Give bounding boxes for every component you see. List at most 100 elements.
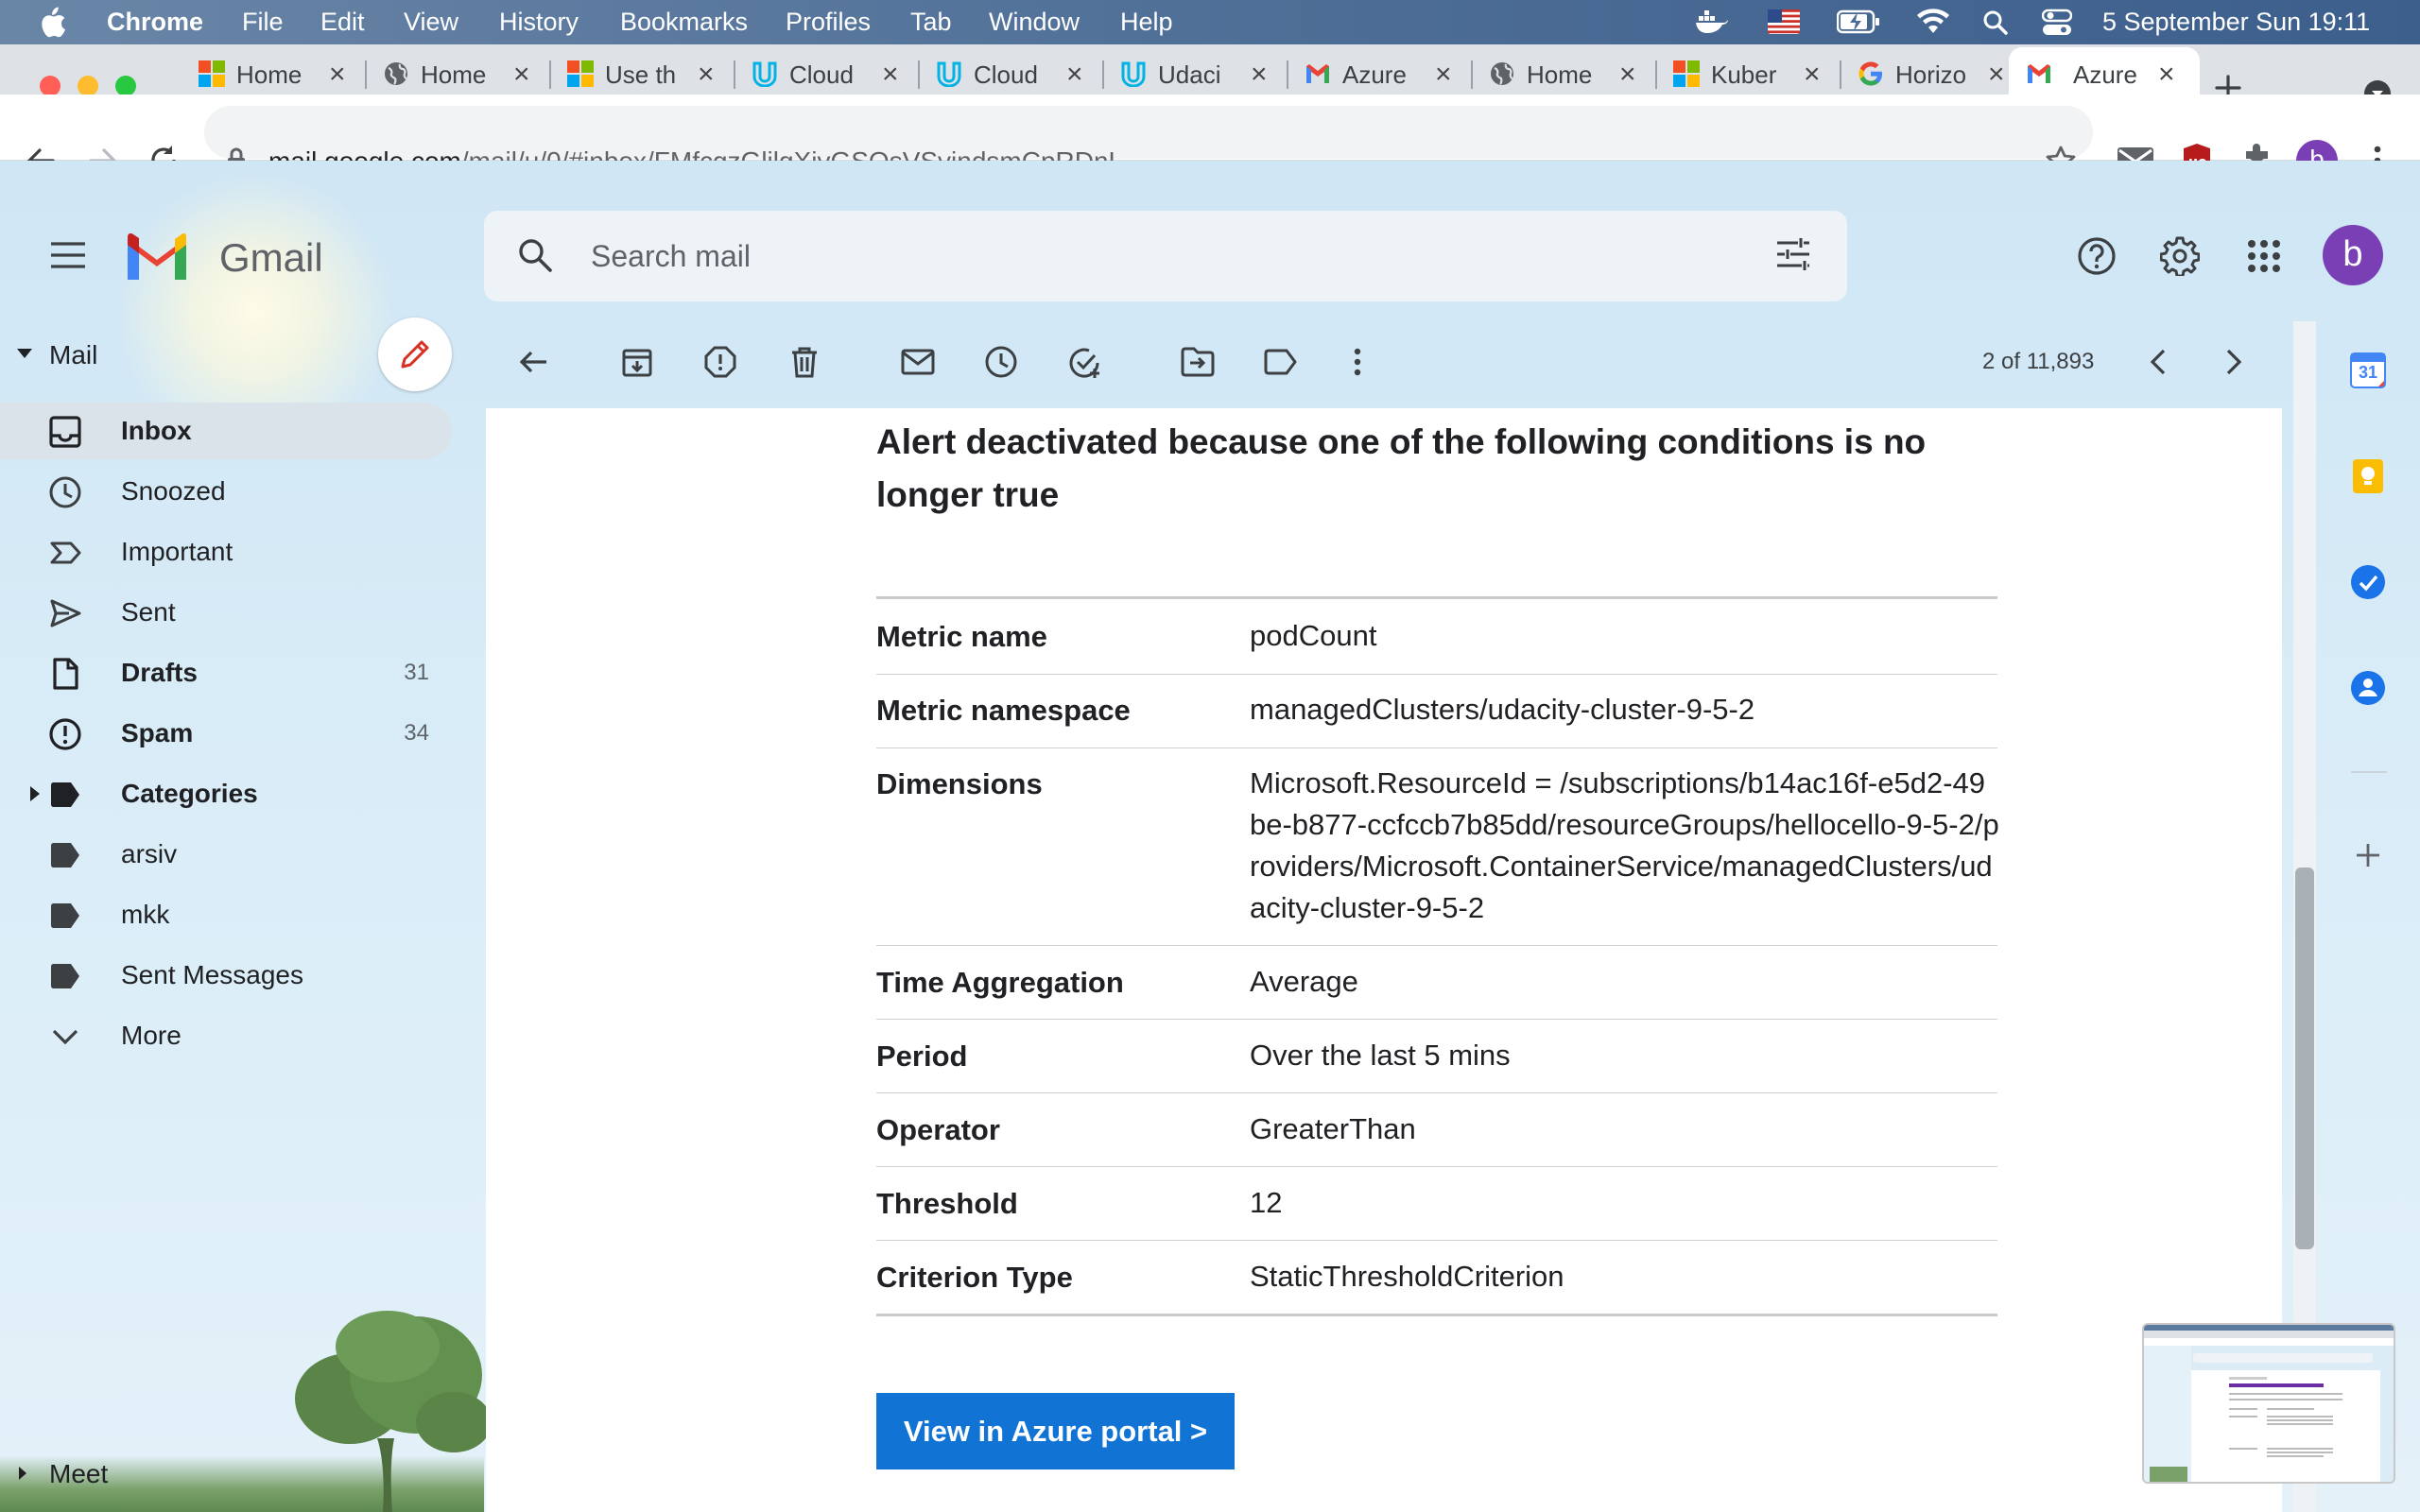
browser-tab-active[interactable]: Azure × xyxy=(2009,47,2200,94)
sidebar-item-label: Inbox xyxy=(121,416,192,445)
sidebar-item-label: Important xyxy=(121,537,233,566)
sidebar-item-sent-messages[interactable]: Sent Messages xyxy=(0,947,452,1004)
help-icon[interactable] xyxy=(2077,236,2117,276)
tab-close-icon[interactable]: × xyxy=(2158,59,2175,91)
menu-window[interactable]: Window xyxy=(989,8,1080,37)
menu-profiles[interactable]: Profiles xyxy=(786,8,871,37)
browser-tab[interactable]: Azure × xyxy=(1291,53,1473,94)
sidebar-item-arsiv[interactable]: arsiv xyxy=(0,826,452,883)
mail-section-label[interactable]: Mail xyxy=(49,340,97,370)
tab-divider xyxy=(1655,60,1657,89)
menu-edit[interactable]: Edit xyxy=(320,8,365,37)
window-close-button[interactable] xyxy=(40,76,60,96)
tab-divider xyxy=(918,60,920,89)
browser-tab[interactable]: Use th × xyxy=(554,53,735,94)
back-to-inbox-icon[interactable] xyxy=(517,346,549,378)
sidebar-item-important[interactable]: Important xyxy=(0,524,452,580)
window-zoom-button[interactable] xyxy=(115,76,136,96)
tab-divider xyxy=(734,60,735,89)
browser-tab[interactable]: Udaci × xyxy=(1107,53,1288,94)
tab-close-icon[interactable]: × xyxy=(1804,59,1821,91)
search-icon[interactable] xyxy=(516,236,554,274)
search-input[interactable]: Search mail xyxy=(591,239,751,274)
view-in-azure-portal-button[interactable]: View in Azure portal > xyxy=(876,1393,1235,1469)
more-options-icon[interactable] xyxy=(1346,346,1369,378)
sidebar-item-snoozed[interactable]: Snoozed xyxy=(0,463,452,520)
menu-tab[interactable]: Tab xyxy=(910,8,952,37)
sidebar-item-mkk[interactable]: mkk xyxy=(0,886,452,943)
docker-icon[interactable] xyxy=(1695,9,1729,35)
snooze-icon[interactable] xyxy=(985,346,1017,378)
battery-icon[interactable] xyxy=(1837,9,1880,34)
move-to-icon[interactable] xyxy=(1181,346,1215,378)
delete-icon[interactable] xyxy=(788,346,821,378)
tab-close-icon[interactable]: × xyxy=(1619,59,1636,91)
browser-tab[interactable]: Home × xyxy=(185,53,367,94)
wifi-icon[interactable] xyxy=(1916,9,1950,35)
report-spam-icon[interactable] xyxy=(704,346,736,378)
apple-icon[interactable] xyxy=(38,7,66,39)
settings-gear-icon[interactable] xyxy=(2160,236,2200,276)
search-options-icon[interactable] xyxy=(1775,237,1811,271)
browser-tab[interactable]: Kuber × xyxy=(1660,53,1841,94)
collapse-caret-icon[interactable] xyxy=(15,346,34,361)
newer-chevron-icon[interactable] xyxy=(2146,346,2170,378)
us-flag-icon[interactable] xyxy=(1768,9,1800,34)
expand-caret-icon[interactable] xyxy=(17,1465,28,1482)
browser-tab[interactable]: Home × xyxy=(1476,53,1657,94)
window-minimize-button[interactable] xyxy=(78,76,98,96)
gmail-brand-text: Gmail xyxy=(219,235,323,280)
contacts-icon[interactable] xyxy=(2349,669,2387,707)
tab-close-icon[interactable]: × xyxy=(1066,59,1083,91)
menu-bookmarks[interactable]: Bookmarks xyxy=(620,8,748,37)
sidebar-item-categories[interactable]: Categories xyxy=(0,765,452,822)
control-center-icon[interactable] xyxy=(2042,9,2072,37)
browser-tab[interactable]: Cloud × xyxy=(923,53,1104,94)
tab-close-icon[interactable]: × xyxy=(698,59,715,91)
meet-section-label[interactable]: Meet xyxy=(49,1459,108,1489)
main-menu-icon[interactable] xyxy=(49,241,87,269)
tab-close-icon[interactable]: × xyxy=(1435,59,1452,91)
tab-title: Cloud xyxy=(789,60,854,89)
scrollbar-thumb[interactable] xyxy=(2295,868,2314,1249)
menu-history[interactable]: History xyxy=(499,8,579,37)
tab-close-icon[interactable]: × xyxy=(1988,59,2005,91)
gmail-logo-icon[interactable] xyxy=(123,231,191,284)
get-addons-icon[interactable] xyxy=(2354,841,2382,869)
expand-caret-icon[interactable] xyxy=(28,784,42,803)
tasks-icon[interactable] xyxy=(2349,563,2387,601)
compose-button[interactable] xyxy=(378,318,452,391)
sidebar-item-drafts[interactable]: Drafts 31 xyxy=(0,644,452,701)
tab-close-icon[interactable]: × xyxy=(513,59,530,91)
tab-divider xyxy=(1102,60,1104,89)
sidebar-item-sent[interactable]: Sent xyxy=(0,584,452,641)
apps-grid-icon[interactable] xyxy=(2247,239,2281,273)
older-chevron-icon[interactable] xyxy=(2221,346,2246,378)
label-as-icon[interactable] xyxy=(1264,346,1298,378)
tab-divider xyxy=(1471,60,1473,89)
keep-icon[interactable] xyxy=(2349,457,2387,495)
sidebar-item-inbox[interactable]: Inbox xyxy=(0,403,452,459)
menu-help[interactable]: Help xyxy=(1120,8,1173,37)
menubar-datetime[interactable]: 5 September Sun 19:11 xyxy=(2102,8,2370,37)
add-task-icon[interactable] xyxy=(1068,346,1102,380)
tab-close-icon[interactable]: × xyxy=(1251,59,1268,91)
tab-close-icon[interactable]: × xyxy=(329,59,346,91)
spotlight-search-icon[interactable] xyxy=(1982,9,2009,36)
browser-tab[interactable]: Cloud × xyxy=(738,53,920,94)
menu-file[interactable]: File xyxy=(242,8,284,37)
mark-unread-icon[interactable] xyxy=(901,346,935,378)
menu-app-name[interactable]: Chrome xyxy=(107,8,203,37)
browser-tab[interactable]: Home × xyxy=(370,53,551,94)
tab-close-icon[interactable]: × xyxy=(882,59,899,91)
archive-icon[interactable] xyxy=(621,346,653,378)
browser-tab[interactable]: Horizo × xyxy=(1844,53,2026,94)
sidebar-item-more[interactable]: More xyxy=(0,1007,452,1064)
menu-view[interactable]: View xyxy=(404,8,458,37)
calendar-icon[interactable]: 31 xyxy=(2349,352,2387,389)
screenshot-preview-thumbnail[interactable] xyxy=(2142,1323,2395,1484)
sidebar-item-spam[interactable]: Spam 34 xyxy=(0,705,452,762)
chevron-down-icon xyxy=(49,1021,81,1053)
tab-title: Horizo xyxy=(1895,60,1967,89)
account-avatar[interactable]: b xyxy=(2323,225,2383,285)
